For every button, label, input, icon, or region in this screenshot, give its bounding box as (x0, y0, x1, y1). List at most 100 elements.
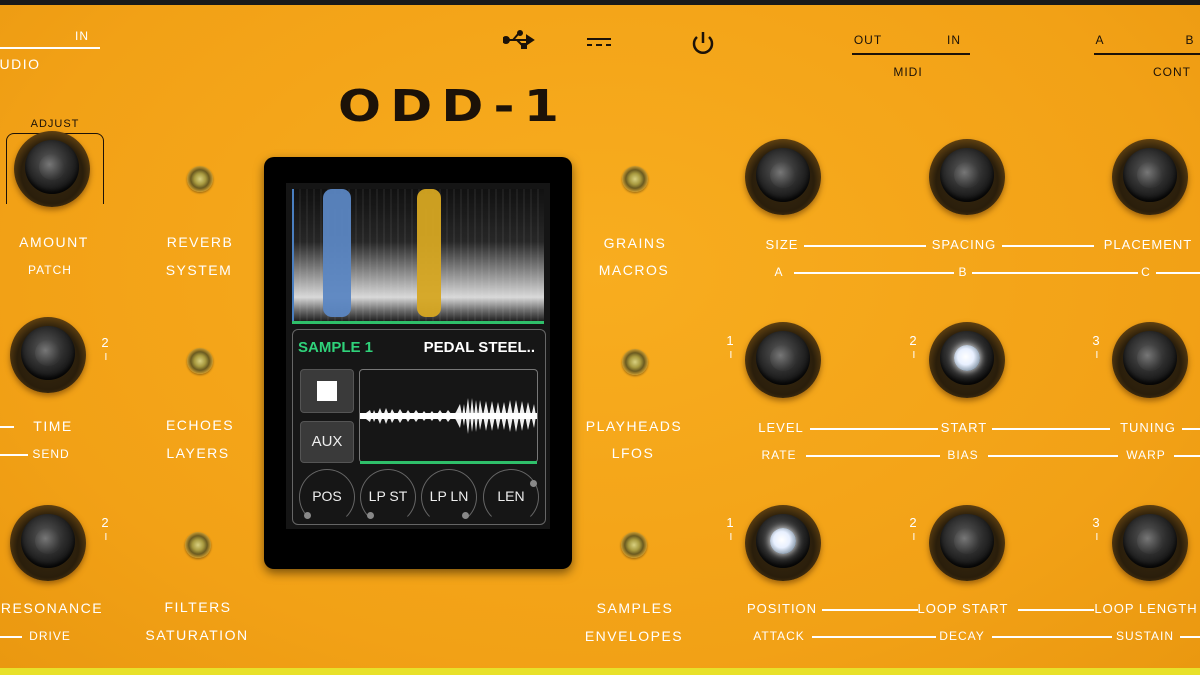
stop-button[interactable] (300, 369, 354, 413)
envelopes-label: ENVELOPES (584, 628, 684, 644)
start-line (992, 428, 1110, 430)
audio-in-label: IN (75, 29, 89, 43)
tuning-knob[interactable] (1112, 322, 1188, 398)
dc-power-icon (587, 38, 611, 46)
audio-in-line (0, 47, 100, 49)
cont-a-label: A (1095, 33, 1105, 47)
echoes-button[interactable] (187, 348, 213, 374)
c-label: C (1141, 265, 1151, 279)
saturation-label: SATURATION (145, 627, 249, 643)
cont-line (1094, 53, 1200, 55)
macros-label: MACROS (598, 262, 670, 278)
cont-label: CONT (1153, 65, 1191, 79)
drive-label: DRIVE (29, 629, 71, 643)
usb-icon (503, 30, 535, 49)
reverb-label: REVERB (166, 234, 234, 250)
aux-button[interactable]: AUX (300, 421, 354, 463)
c-line (1156, 272, 1200, 274)
spacing-label: SPACING (931, 237, 997, 252)
a-line (794, 272, 954, 274)
param-pos[interactable]: POS (299, 469, 355, 525)
samples-button[interactable] (621, 532, 647, 558)
filters-button[interactable] (185, 532, 211, 558)
spectrogram[interactable] (292, 189, 544, 321)
playheads-button[interactable] (622, 349, 648, 375)
resonance-knob[interactable] (10, 505, 86, 581)
playhead-marker-blue[interactable] (323, 189, 351, 317)
midi-out-label: OUT (853, 33, 883, 47)
param-lp-ln-label: LP LN (429, 488, 469, 504)
size-knob[interactable] (745, 139, 821, 215)
midi-line (852, 53, 970, 55)
warp-line (1174, 455, 1200, 457)
param-lp-ln[interactable]: LP LN (421, 469, 477, 525)
sample-slot-label: SAMPLE 1 (298, 339, 374, 356)
amount-knob[interactable] (14, 131, 90, 207)
resonance-number: 2 (101, 515, 109, 540)
warp-label: WARP (1126, 448, 1166, 462)
logo: ODD-1 (338, 81, 569, 132)
lfos-label: LFOS (611, 445, 655, 461)
playheads-label: PLAYHEADS (585, 418, 683, 434)
loop-start-label: LOOP START (917, 601, 1009, 616)
device-panel: IN UDIO OUT IN MIDI A B CONT ODD-1 ADJUS… (0, 5, 1200, 670)
bottom-edge (0, 668, 1200, 675)
start-knob[interactable] (929, 322, 1005, 398)
sustain-line (1180, 636, 1200, 638)
filters-label: FILTERS (164, 599, 232, 615)
loop-length-label: LOOP LENGTH (1094, 601, 1198, 616)
start-number: 2 (909, 333, 917, 358)
position-label: POSITION (746, 601, 818, 616)
start-label: START (940, 420, 988, 435)
position-knob[interactable] (745, 505, 821, 581)
spectrogram-cursor (292, 189, 294, 321)
midi-label: MIDI (893, 65, 923, 79)
placement-knob[interactable] (1112, 139, 1188, 215)
cont-b-label: B (1185, 33, 1195, 47)
level-knob[interactable] (745, 322, 821, 398)
tuning-label: TUNING (1120, 420, 1176, 435)
waveform-view[interactable] (359, 369, 538, 463)
loop-start-number: 2 (909, 515, 917, 540)
param-lp-st[interactable]: LP ST (360, 469, 416, 525)
decay-label: DECAY (939, 629, 985, 643)
b-line (972, 272, 1138, 274)
grains-label: GRAINS (603, 235, 667, 251)
tuning-number: 3 (1092, 333, 1100, 358)
amount-label: AMOUNT (19, 234, 89, 250)
audio-label: UDIO (0, 56, 41, 72)
level-number: 1 (726, 333, 734, 358)
position-number: 1 (726, 515, 734, 540)
waveform (360, 398, 537, 434)
time-knob[interactable] (10, 317, 86, 393)
send-label: SEND (32, 447, 70, 461)
samples-label: SAMPLES (596, 600, 674, 616)
loop-length-knob[interactable] (1112, 505, 1188, 581)
param-len[interactable]: LEN (483, 469, 539, 525)
b-label: B (958, 265, 968, 279)
loop-length-number: 3 (1092, 515, 1100, 540)
screen-divider (292, 321, 544, 324)
decay-line (992, 636, 1112, 638)
sustain-label: SUSTAIN (1115, 629, 1175, 643)
position-line (822, 609, 918, 611)
spacing-knob[interactable] (929, 139, 1005, 215)
drive-line (0, 636, 22, 638)
grains-button[interactable] (622, 166, 648, 192)
attack-label: ATTACK (753, 629, 805, 643)
level-line (810, 428, 938, 430)
time-label: TIME (33, 418, 73, 434)
waveform-progress (360, 461, 537, 464)
patch-label: PATCH (28, 263, 72, 277)
loop-start-knob[interactable] (929, 505, 1005, 581)
attack-line (812, 636, 936, 638)
playhead-marker-yellow[interactable] (417, 189, 441, 317)
placement-label: PLACEMENT (1103, 237, 1193, 252)
time-line (0, 426, 14, 428)
reverb-button[interactable] (187, 166, 213, 192)
sample-name: PEDAL STEEL.. (423, 339, 535, 356)
time-number: 2 (101, 335, 109, 360)
rate-line (806, 455, 940, 457)
size-line (804, 245, 926, 247)
level-label: LEVEL (758, 420, 804, 435)
